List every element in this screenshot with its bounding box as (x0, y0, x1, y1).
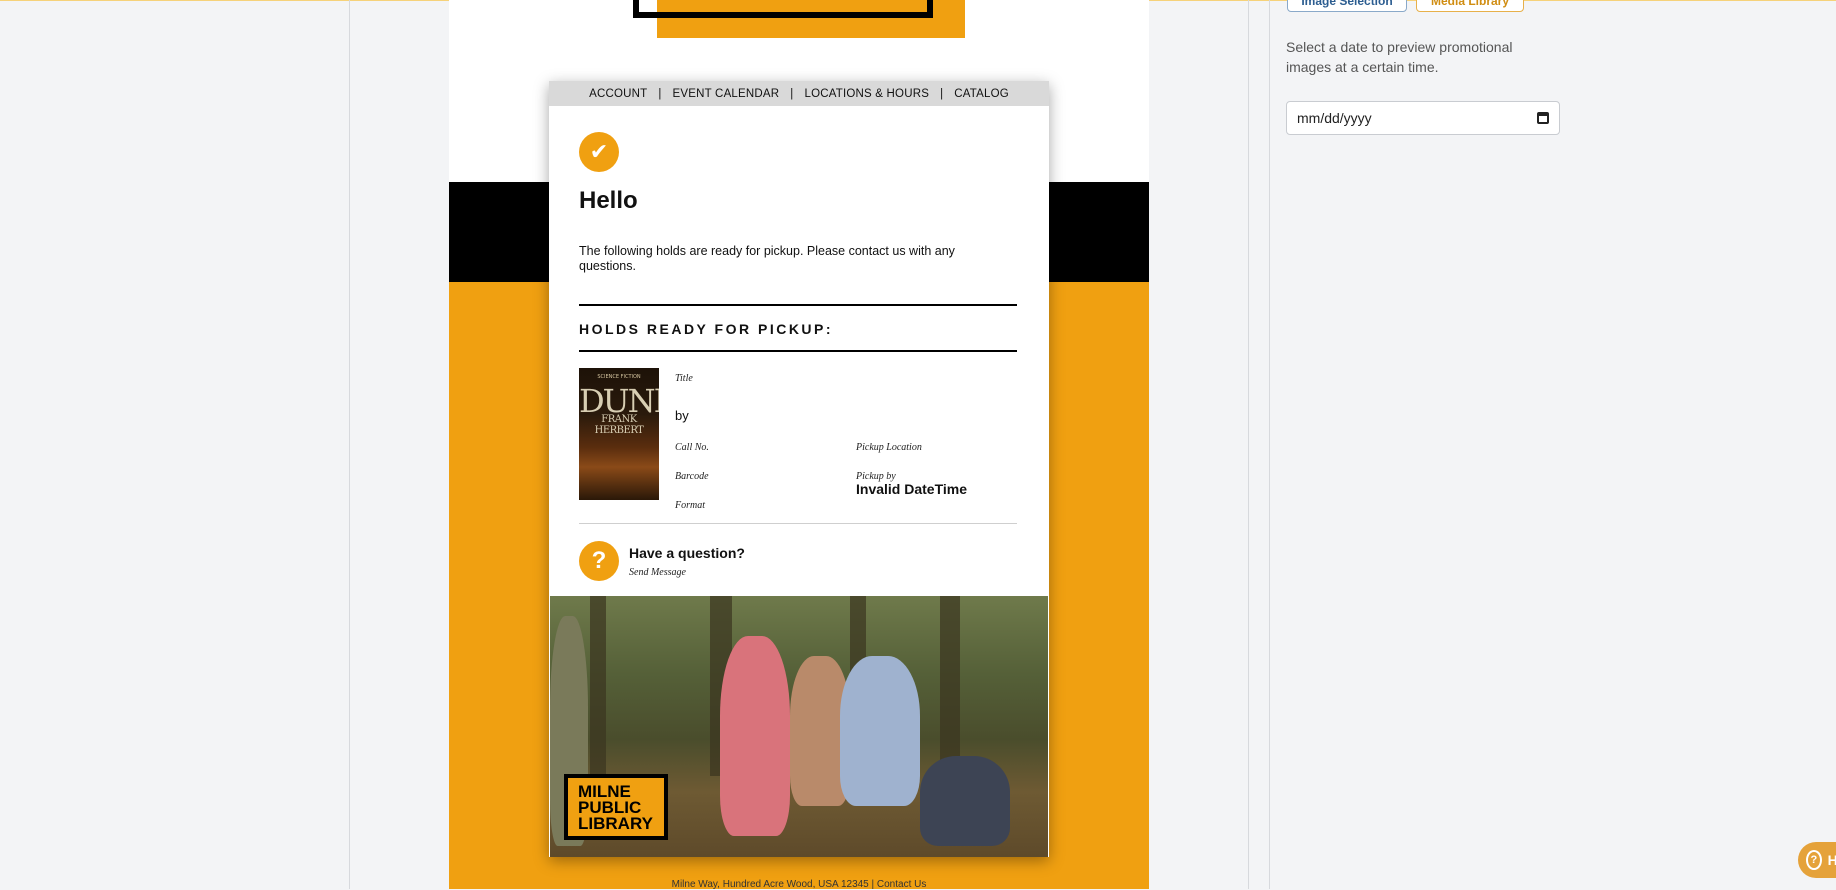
image-selection-button[interactable]: Image Selection (1287, 0, 1407, 12)
library-logo: MILNE PUBLIC LIBRARY (564, 774, 668, 840)
promotional-photo: MILNE PUBLIC LIBRARY (550, 596, 1048, 857)
section-title: HOLDS READY FOR PICKUP: (579, 321, 834, 337)
pickup-location-label: Pickup Location (856, 442, 922, 453)
format-label: Format (675, 500, 705, 511)
help-widget-button[interactable]: ? Help (1798, 842, 1836, 878)
email-footer: Milne Way, Hundred Acre Wood, USA 12345 … (671, 879, 927, 890)
media-library-button[interactable]: Media Library (1416, 0, 1524, 12)
photo-child (840, 656, 920, 806)
nav-event-calendar[interactable]: EVENT CALENDAR (673, 88, 780, 100)
photo-tree (590, 596, 606, 776)
photo-child (720, 636, 790, 836)
photo-backpack (920, 756, 1010, 846)
section-top-rule (579, 304, 1017, 306)
checkmark-icon: ✔ (579, 132, 619, 172)
divider (579, 523, 1017, 524)
top-logo-frame (633, 0, 933, 18)
pickup-by-value: Invalid DateTime (856, 481, 968, 497)
nav-separator: | (790, 87, 794, 100)
photo-tree (940, 596, 960, 776)
question-title: Have a question? (629, 545, 745, 561)
cover-author: FRANK HERBERT (594, 414, 644, 436)
send-message-link[interactable]: Send Message (629, 567, 686, 578)
nav-locations-hours[interactable]: LOCATIONS & HOURS (804, 88, 929, 100)
call-no-label: Call No. (675, 442, 709, 453)
date-help-text: Select a date to preview promotional ima… (1286, 39, 1513, 75)
barcode-label: Barcode (675, 471, 709, 482)
nav-separator: | (658, 87, 662, 100)
nav-account[interactable]: ACCOUNT (589, 88, 647, 100)
nav-separator: | (940, 87, 944, 100)
greeting-heading: Hello (579, 187, 638, 214)
preview-date-input[interactable]: mm/dd/yyyy (1286, 101, 1560, 135)
help-label: Help (1827, 852, 1836, 868)
email-nav-bar: ACCOUNT | EVENT CALENDAR | LOCATIONS & H… (549, 81, 1049, 106)
left-panel-divider (349, 0, 350, 889)
library-logo-line: LIBRARY (578, 814, 653, 833)
email-card: ACCOUNT | EVENT CALENDAR | LOCATIONS & H… (549, 81, 1049, 857)
help-icon: ? (1806, 850, 1822, 870)
date-placeholder: mm/dd/yyyy (1297, 110, 1372, 126)
calendar-icon[interactable] (1537, 112, 1549, 124)
by-label: by (675, 408, 689, 423)
section-bottom-rule (579, 350, 1017, 352)
question-icon: ? (579, 541, 619, 581)
intro-text: The following holds are ready for pickup… (579, 244, 955, 273)
nav-catalog[interactable]: CATALOG (954, 88, 1009, 100)
title-label: Title (675, 373, 693, 384)
book-cover-image: SCIENCE FICTION DUNE FRANK HERBERT (579, 368, 659, 500)
sidebar-divider (1269, 0, 1270, 889)
cover-series: SCIENCE FICTION (597, 374, 641, 380)
preview-right-divider (1248, 0, 1249, 889)
